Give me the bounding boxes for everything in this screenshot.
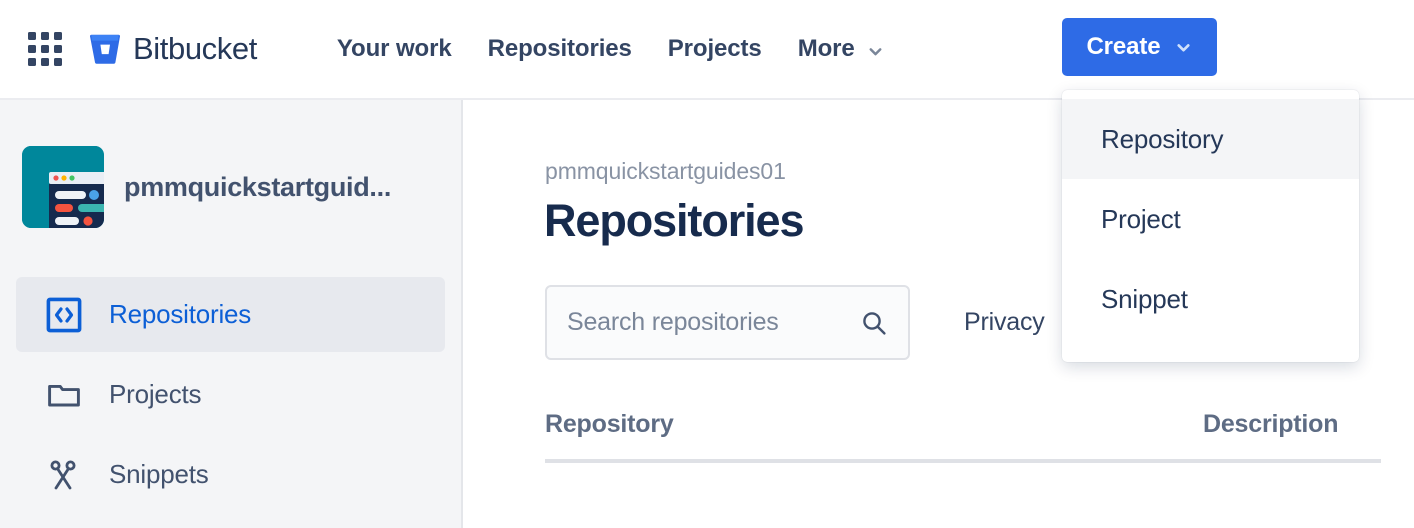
grid-dot: [54, 45, 62, 53]
nav-link-repositories[interactable]: Repositories: [470, 35, 650, 63]
create-menu-item-label: Repository: [1101, 124, 1223, 155]
nav-link-label: Your work: [337, 35, 452, 63]
bitbucket-repositories-page: Bitbucket Your work Repositories Project…: [0, 0, 1414, 528]
chevron-down-icon: [1174, 38, 1193, 57]
filter-privacy[interactable]: Privacy: [964, 308, 1045, 337]
create-button[interactable]: Create: [1062, 18, 1217, 76]
create-menu-item-repository[interactable]: Repository: [1062, 99, 1359, 179]
primary-nav-links: Your work Repositories Projects More: [319, 35, 903, 63]
brand-name: Bitbucket: [133, 31, 257, 67]
create-dropdown-menu: Repository Project Snippet: [1062, 90, 1359, 362]
create-menu-item-label: Project: [1101, 204, 1181, 235]
grid-dot: [41, 58, 49, 66]
workspace-avatar-code-window: [22, 146, 104, 228]
workspace-header[interactable]: pmmquickstartguid...: [0, 142, 461, 232]
nav-link-label: Repositories: [488, 35, 632, 63]
sidebar-item-snippets[interactable]: Snippets: [16, 437, 445, 512]
grid-dot: [54, 32, 62, 40]
chevron-down-icon: [866, 40, 885, 59]
search-input[interactable]: Search repositories: [545, 285, 910, 360]
nav-link-your-work[interactable]: Your work: [319, 35, 470, 63]
code-brackets-icon: [46, 297, 82, 333]
column-header-description[interactable]: Description: [1203, 410, 1381, 439]
sidebar-nav: Repositories Projects: [0, 277, 461, 512]
sidebar-item-repositories[interactable]: Repositories: [16, 277, 445, 352]
create-menu-item-label: Snippet: [1101, 284, 1188, 315]
folder-icon: [46, 377, 82, 413]
bitbucket-home-link[interactable]: Bitbucket: [88, 31, 257, 67]
sidebar-item-label: Snippets: [109, 459, 209, 490]
grid-apps-icon[interactable]: [28, 32, 62, 66]
workspace-sidebar: pmmquickstartguid... Repositories: [0, 100, 463, 528]
repositories-table: Repository Description: [545, 410, 1381, 463]
sidebar-item-label: Projects: [109, 379, 201, 410]
scissors-icon: [46, 457, 82, 493]
nav-link-label: More: [798, 35, 855, 63]
bitbucket-logo-icon: [88, 32, 122, 66]
grid-dot: [41, 45, 49, 53]
nav-link-more[interactable]: More: [780, 35, 903, 63]
column-header-repository[interactable]: Repository: [545, 410, 1203, 439]
grid-dot: [54, 58, 62, 66]
search-input-placeholder: Search repositories: [567, 308, 860, 337]
grid-dot: [28, 32, 36, 40]
grid-dot: [28, 58, 36, 66]
grid-dot: [41, 32, 49, 40]
create-menu-item-project[interactable]: Project: [1062, 179, 1359, 259]
nav-link-projects[interactable]: Projects: [650, 35, 780, 63]
create-button-label: Create: [1086, 33, 1160, 61]
search-icon: [860, 309, 888, 337]
top-navigation-bar: Bitbucket Your work Repositories Project…: [0, 0, 1414, 100]
workspace-name: pmmquickstartguid...: [124, 172, 391, 203]
nav-link-label: Projects: [668, 35, 762, 63]
grid-dot: [28, 45, 36, 53]
table-header-row: Repository Description: [545, 410, 1381, 463]
create-menu-item-snippet[interactable]: Snippet: [1062, 259, 1359, 339]
sidebar-item-projects[interactable]: Projects: [16, 357, 445, 432]
sidebar-item-label: Repositories: [109, 299, 251, 330]
